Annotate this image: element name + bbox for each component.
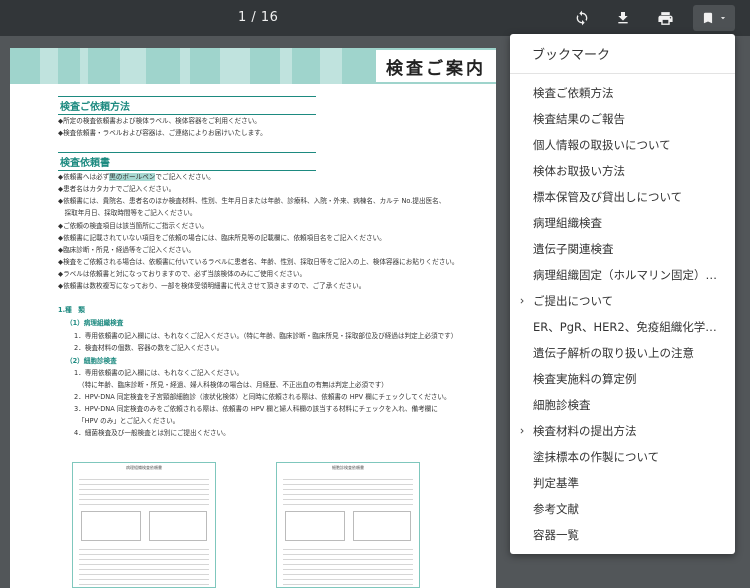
banner-title: 検査ご案内 xyxy=(376,50,496,82)
bookmark-icon xyxy=(703,12,712,24)
bookmark-item[interactable]: 検査ご依頼方法 xyxy=(510,80,735,106)
chevron-right-icon[interactable] xyxy=(517,296,527,306)
caret-down-icon xyxy=(720,17,725,20)
rotate-button[interactable] xyxy=(568,5,596,31)
bookmark-item[interactable]: 個人情報の取扱いについて xyxy=(510,132,735,158)
bookmark-label: 病理組織固定（ホルマリン固定）について xyxy=(533,268,727,282)
text-line: ◆ラベルは依頼書と対になっておりますので、必ず当該検体のみにご使用ください。 xyxy=(58,270,307,278)
text-line: ◆ご依頼の検査項目は該当箇所にご指示ください。 xyxy=(58,222,209,230)
bookmark-label: 容器一覧 xyxy=(533,528,579,542)
bookmark-label: ご提出について xyxy=(533,294,614,308)
text-line: ◆検査依頼書・ラベルおよび容器は、ご連絡によりお届けいたします。 xyxy=(58,129,267,137)
bookmark-label: 検査実施料の算定例 xyxy=(533,372,637,386)
text-line: ◆臨床診断・所見・経過等をご記入ください。 xyxy=(58,246,195,254)
print-button[interactable] xyxy=(651,5,679,31)
text-line: 4．細菌検査及び一般検査とは別にご提出ください。 xyxy=(74,429,230,437)
bookmark-item[interactable]: ご提出について xyxy=(510,288,735,314)
bookmark-item[interactable]: 検査結果のご報告 xyxy=(510,106,735,132)
print-icon xyxy=(657,11,673,25)
download-icon xyxy=(618,12,628,24)
form-title: 細胞診検査依頼書 xyxy=(332,465,364,470)
form-thumbnail-cytology: 細胞診検査依頼書 xyxy=(276,462,420,588)
bookmark-label: 検体お取扱い方法 xyxy=(533,164,625,178)
pdf-page: 検査ご案内 検査ご依頼方法 ◆所定の検査依頼書および検体ラベル、検体容器をご利用… xyxy=(10,48,496,588)
bookmark-item[interactable]: 遺伝子関連検査 xyxy=(510,236,735,262)
bookmark-item[interactable]: 塗抹標本の作製について xyxy=(510,444,735,470)
text-line: 1．専用依頼書の記入欄には、もれなくご記入ください。 xyxy=(74,369,244,377)
text-line: 採取年月日、採取時間等をご記入ください。 xyxy=(58,209,197,217)
bookmark-label: 遺伝子関連検査 xyxy=(533,242,614,256)
bookmark-label: 遺伝子解析の取り扱い上の注意 xyxy=(533,346,694,360)
text-line: 2．検査材料の個数、容器の数をご記入ください。 xyxy=(74,344,224,352)
bookmarks-list: 検査ご依頼方法 検査結果のご報告個人情報の取扱いについて 検体お取扱い方法標本保管及… xyxy=(510,74,735,548)
bookmark-item[interactable]: 検体お取扱い方法 xyxy=(510,158,735,184)
text-line: 2．HPV-DNA 同定検査を子宮頸部細胞診（液状化検体）と同時に依頼される際は… xyxy=(74,393,451,401)
bookmark-item[interactable]: 判定基準 xyxy=(510,470,735,496)
subsection-heading: （2）細胞診検査 xyxy=(66,357,117,365)
text-line: ◆所定の検査依頼書および検体ラベル、検体容器をご利用ください。 xyxy=(58,117,261,125)
section-heading: 検査依頼書 xyxy=(58,152,316,171)
bookmark-item[interactable]: 病理組織固定（ホルマリン固定）について xyxy=(510,262,735,288)
form-title: 病理組織検査依頼書 xyxy=(126,465,162,470)
bookmarks-button[interactable] xyxy=(693,5,735,31)
bookmark-label: 個人情報の取扱いについて xyxy=(533,138,671,152)
text-line: ◆患者名はカタカナでご記入ください。 xyxy=(58,185,176,193)
bookmark-label: 標本保管及び貸出しについて xyxy=(533,190,683,204)
page-banner: 検査ご案内 xyxy=(10,48,496,84)
bookmark-label: 参考文献 xyxy=(533,502,579,516)
bookmarks-panel: ブックマーク 検査ご依頼方法 検査結果のご報告個人情報の取扱いについて 検体お取扱い… xyxy=(510,34,735,554)
text-line: ◆検査をご依頼される場合は、依頼書に付いているラベルに患者名、年齢、性別、採取日… xyxy=(58,258,459,266)
bookmarks-title: ブックマーク xyxy=(510,34,735,74)
bookmark-label: ER、PgR、HER2、免疫組織化学的検査について xyxy=(533,320,727,334)
chevron-right-icon[interactable] xyxy=(517,426,527,436)
text-line: 1．専用依頼書の記入欄には、もれなくご記入ください。（特に年齢、臨床診断・臨床所… xyxy=(74,332,458,340)
bookmark-label: 検査結果のご報告 xyxy=(533,112,625,126)
subsection-heading: （1）病理組織検査 xyxy=(66,319,124,327)
bookmark-item[interactable]: ER、PgR、HER2、免疫組織化学的検査について xyxy=(510,314,735,340)
text-line: 3．HPV-DNA 同定検査のみをご依頼される際は、依頼書の HPV 欄と婦人科… xyxy=(74,405,438,413)
page-indicator: 1 / 16 xyxy=(238,10,279,25)
text-line: ◆依頼書へは必ず黒のボールペンでご記入ください。 xyxy=(58,173,215,181)
text-line: （特に年齢、臨床診断・所見・経過、婦人科検体の場合は、月経歴、不正出血の有無は判… xyxy=(78,381,388,389)
bookmark-item[interactable]: 参考文献 xyxy=(510,496,735,522)
bookmark-item[interactable]: 検査材料の提出方法 xyxy=(510,418,735,444)
bookmark-item[interactable]: 遺伝子解析の取り扱い上の注意 xyxy=(510,340,735,366)
download-button[interactable] xyxy=(609,5,637,31)
section-heading: 検査ご依頼方法 xyxy=(58,96,316,115)
bookmark-label: 細胞診検査 xyxy=(533,398,591,412)
bookmark-item[interactable]: 標本保管及び貸出しについて xyxy=(510,184,735,210)
pdf-toolbar: 1 / 16 xyxy=(0,0,750,36)
bookmark-label: 検査材料の提出方法 xyxy=(533,424,637,438)
bookmark-item[interactable]: 病理組織検査 xyxy=(510,210,735,236)
text-line: ◆依頼書に記載されていない項目をご依頼の場合には、臨床所見等の記載欄に、依頼項目… xyxy=(58,234,386,242)
text-line: 「HPV のみ」とご記入ください。 xyxy=(78,417,180,425)
highlighted-text: 黒のボールペン xyxy=(109,173,156,181)
bookmark-item[interactable]: 検査実施料の算定例 xyxy=(510,366,735,392)
bookmark-item[interactable]: 容器一覧 xyxy=(510,522,735,548)
bookmark-label: 塗抹標本の作製について xyxy=(533,450,660,464)
rotate-icon xyxy=(576,10,588,26)
text-line: ◆依頼書は数枚複写になっており、一部を検体受領明細書に代えさせて頂きますので、ご… xyxy=(58,282,366,290)
bookmark-label: 判定基準 xyxy=(533,476,579,490)
text-line: ◆依頼書には、貴院名、患者名のほか検査材料、性別、生年月日または年齢、診療科、入… xyxy=(58,197,446,205)
bookmark-label: 病理組織検査 xyxy=(533,216,602,230)
bookmark-label: 検査ご依頼方法 xyxy=(533,86,614,100)
form-thumbnail-pathology: 病理組織検査依頼書 xyxy=(72,462,216,588)
section-heading: 1.種 類 xyxy=(58,306,85,314)
bookmark-item[interactable]: 細胞診検査 xyxy=(510,392,735,418)
